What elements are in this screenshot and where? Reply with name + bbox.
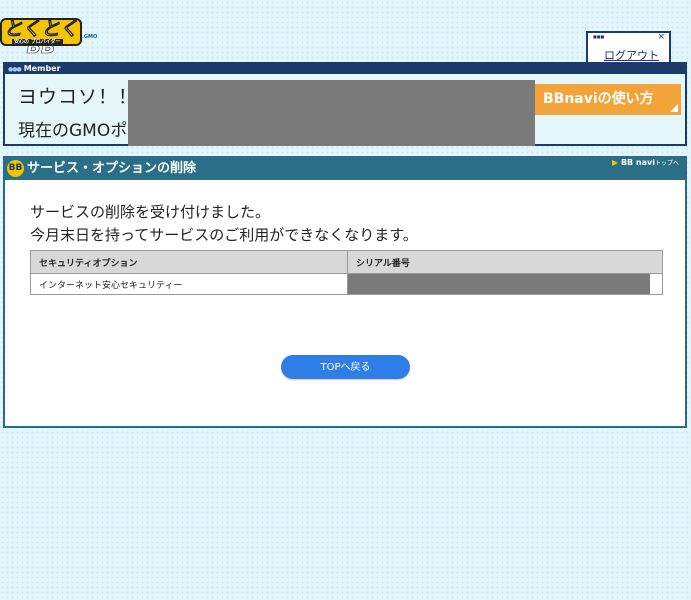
- confirmation-message: サービスの削除を受け付けました。: [30, 203, 271, 221]
- bbnavi-guide-label: BBnaviの使い方: [543, 91, 654, 107]
- column-header-security-option: セキュリティオプション: [30, 250, 348, 274]
- logo-tail: .GMO: [82, 34, 98, 40]
- service-delete-panel: BB サービス・オプションの削除 ▶ BB naviトップへ サービスの削除を受…: [3, 156, 687, 428]
- bbnavi-guide-button[interactable]: BBnaviの使い方: [535, 84, 681, 115]
- member-box: ●●● Member ヨウコソ！！ 現在のGMOポ BBnaviの使い方: [3, 62, 687, 146]
- option-name-cell: インターネット安心セキュリティー: [30, 273, 348, 295]
- option-table: セキュリティオプション シリアル番号 インターネット安心セキュリティー: [30, 250, 663, 295]
- panel-header: BB サービス・オプションの削除 ▶ BB naviトップへ: [5, 158, 685, 180]
- greeting-text: ヨウコソ！！: [18, 86, 139, 108]
- top-link-suffix: トップへ: [654, 160, 679, 167]
- column-header-serial-number: シリアル番号: [347, 250, 663, 274]
- bbnavi-top-link[interactable]: ▶ BB naviトップへ: [612, 158, 679, 167]
- service-end-notice: 今月末日を持ってサービスのご利用ができなくなります。: [30, 226, 418, 244]
- logo-subtext: 安心の プロバイダー: [12, 39, 63, 46]
- redacted-area: [128, 80, 535, 146]
- close-icon[interactable]: ×: [657, 32, 665, 42]
- corner-triangle-icon: [670, 104, 678, 112]
- member-bar-label: Member: [23, 64, 61, 73]
- top-link-label: BB navi: [620, 158, 655, 167]
- logout-box-caption: ■■■: [593, 34, 605, 39]
- tokutoku-bb-logo[interactable]: とくとくBB 安心の プロバイダー: [0, 18, 82, 57]
- status-text: 現在のGMOポ: [18, 121, 128, 141]
- bb-badge-icon: BB: [7, 160, 24, 177]
- table-row: インターネット安心セキュリティー: [30, 273, 663, 295]
- back-to-top-button[interactable]: TOPへ戻る: [281, 355, 410, 379]
- dots-icon: ●●●: [8, 66, 22, 73]
- table-header-row: セキュリティオプション シリアル番号: [30, 250, 663, 274]
- redacted-serial: [348, 274, 650, 294]
- serial-number-cell: [347, 273, 663, 295]
- panel-title: サービス・オプションの削除: [27, 161, 197, 176]
- logout-link[interactable]: ログアウト: [604, 47, 659, 63]
- member-bar: ●●● Member: [5, 64, 685, 74]
- logo-text: とくとくBB: [3, 18, 79, 58]
- arrow-right-icon: ▶: [612, 158, 619, 167]
